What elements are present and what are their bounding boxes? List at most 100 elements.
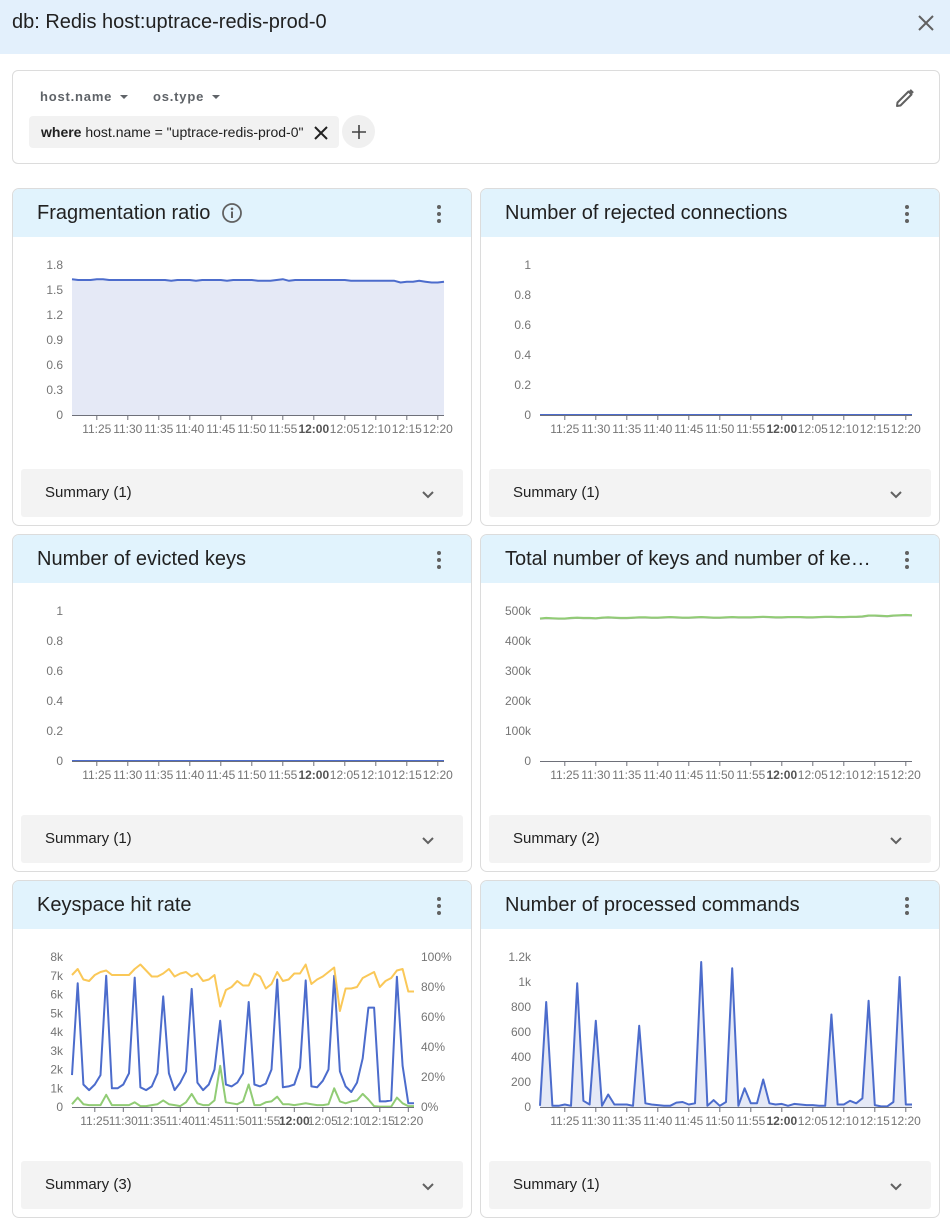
x-tick-label: 12:10 <box>829 768 859 782</box>
y-tick-label: 800 <box>511 1000 531 1014</box>
where-keyword: where <box>41 124 82 140</box>
x-tick-label: 11:55 <box>736 768 765 782</box>
x-tick-label: 12:20 <box>891 768 921 782</box>
x-tick-label: 11:40 <box>175 422 204 436</box>
x-tick-label: 11:50 <box>237 422 266 436</box>
y-tick-label: 6k <box>50 988 64 1002</box>
series-line-hit_rate <box>71 963 414 1012</box>
y-tick-label: 1.5 <box>46 283 63 297</box>
chart-plot: 00.30.60.91.21.51.811:25 11:30 11:35 11:40 1… <box>46 258 453 436</box>
x-tick-label: 12:10 <box>829 422 859 436</box>
y2-tick-label: 80% <box>421 980 445 994</box>
chart-card-header: Number of rejected connections <box>481 189 939 237</box>
y-tick-label: 600 <box>511 1025 531 1039</box>
x-tick-label: 12:15 <box>860 1114 890 1128</box>
query-builder: host.name os.type where host.name = "upt… <box>12 70 940 164</box>
chart-card-rejected-connections: Number of rejected connections 0 0.2 0.4 0.6… <box>480 188 940 526</box>
group-by-host-name[interactable]: host.name <box>40 89 129 104</box>
chevron-down-icon <box>421 833 435 845</box>
y-tick-label: 0 <box>524 1100 531 1114</box>
x-tick-label: 11:25 <box>80 1114 109 1128</box>
x-tick-label: 12:10 <box>361 768 391 782</box>
chart-card-header: Fragmentation ratio <box>13 189 471 237</box>
chart-title: Number of processed commands <box>505 894 800 916</box>
x-tick-label: 11:30 <box>581 768 610 782</box>
x-tick-label: 12:10 <box>336 1114 366 1128</box>
y-tick-label: 1.2k <box>508 950 532 964</box>
y2-tick-label: 60% <box>421 1010 445 1024</box>
more-vert-icon[interactable] <box>435 895 443 917</box>
x-tick-label: 11:30 <box>113 768 142 782</box>
x-tick-label: 11:45 <box>674 768 703 782</box>
chart-plot: 00.20.40.60.8111:25 11:30 11:35 11:40 11:45 1… <box>514 258 921 436</box>
more-vert-icon[interactable] <box>903 549 911 571</box>
summary-label: Summary (1) <box>45 484 132 501</box>
more-vert-icon[interactable] <box>435 549 443 571</box>
more-vert-icon[interactable] <box>903 895 911 917</box>
x-tick-label: 11:55 <box>736 422 765 436</box>
summary-expander[interactable]: Summary (1) <box>489 1161 931 1209</box>
group-by-label: os.type <box>153 89 205 104</box>
x-tick-label: 12:05 <box>798 768 828 782</box>
chevron-down-icon <box>889 1179 903 1191</box>
chart-title: Number of evicted keys <box>37 548 246 570</box>
x-tick-label: 11:55 <box>251 1114 280 1128</box>
caret-down-icon <box>212 94 221 99</box>
chart-card-processed-commands: Number of processed commands 0 200 400 600 80… <box>480 880 940 1218</box>
x-tick-label: 11:45 <box>194 1114 223 1128</box>
x-tick-label: 12:00 <box>298 422 329 436</box>
edit-query-button[interactable] <box>893 86 917 110</box>
more-vert-icon[interactable] <box>435 203 443 225</box>
group-by-label: host.name <box>40 89 113 104</box>
more-vert-icon[interactable] <box>903 203 911 225</box>
x-tick-label: 12:05 <box>330 768 360 782</box>
y-tick-label: 0 <box>524 408 531 422</box>
y-tick-label: 4k <box>50 1025 64 1039</box>
chart-plot: 00.20.40.60.8111:25 11:30 11:35 11:40 11:45 1… <box>46 604 453 782</box>
y-tick-label: 0.4 <box>46 694 63 708</box>
where-expression: host.name = "uptrace-redis-prod-0" <box>85 124 304 140</box>
x-tick-label: 11:30 <box>109 1114 138 1128</box>
chart-plot: 02004006008001k1.2k11:25 11:30 11:35 11:40 1… <box>508 950 921 1128</box>
x-tick-label: 11:50 <box>223 1114 252 1128</box>
chart-card-total-keys: Total number of keys and number of key… 0… <box>480 534 940 872</box>
y-tick-label: 0 <box>56 1100 63 1114</box>
y-tick-label: 1k <box>50 1081 64 1095</box>
x-tick-label: 11:45 <box>206 768 235 782</box>
x-tick-label: 11:40 <box>643 422 672 436</box>
x-tick-label: 11:50 <box>705 1114 734 1128</box>
y-tick-label: 1 <box>524 258 531 272</box>
plus-icon <box>351 124 366 139</box>
x-tick-label: 11:40 <box>643 1114 672 1128</box>
summary-expander[interactable]: Summary (1) <box>489 469 931 517</box>
x-tick-label: 11:25 <box>82 768 111 782</box>
x-tick-label: 12:00 <box>766 1114 797 1128</box>
summary-expander[interactable]: Summary (3) <box>21 1161 463 1209</box>
y-tick-label: 0.6 <box>46 358 63 372</box>
x-tick-label: 11:40 <box>175 768 204 782</box>
chart-title: Total number of keys and number of key… <box>505 548 875 570</box>
close-button[interactable] <box>914 11 938 35</box>
x-tick-label: 12:15 <box>365 1114 395 1128</box>
summary-expander[interactable]: Summary (1) <box>21 469 463 517</box>
y-tick-label: 100k <box>505 724 532 738</box>
summary-label: Summary (2) <box>513 830 600 847</box>
x-tick-label: 11:45 <box>206 422 235 436</box>
summary-expander[interactable]: Summary (1) <box>21 815 463 863</box>
summary-expander[interactable]: Summary (2) <box>489 815 931 863</box>
add-filter-button[interactable] <box>342 115 375 148</box>
chart-title: Keyspace hit rate <box>37 894 192 916</box>
x-tick-label: 12:05 <box>330 422 360 436</box>
x-tick-label: 11:25 <box>550 422 579 436</box>
x-tick-label: 11:25 <box>82 422 111 436</box>
y-tick-label: 1k <box>518 975 532 989</box>
y-tick-label: 0.3 <box>46 383 63 397</box>
y-tick-label: 8k <box>50 950 64 964</box>
where-filter-chip[interactable]: where host.name = "uptrace-redis-prod-0" <box>29 116 340 148</box>
remove-filter-button[interactable] <box>311 122 331 142</box>
chevron-down-icon <box>889 487 903 499</box>
chevron-down-icon <box>889 833 903 845</box>
info-icon[interactable] <box>221 202 243 224</box>
y-tick-label: 400 <box>511 1050 531 1064</box>
group-by-os-type[interactable]: os.type <box>153 89 221 104</box>
